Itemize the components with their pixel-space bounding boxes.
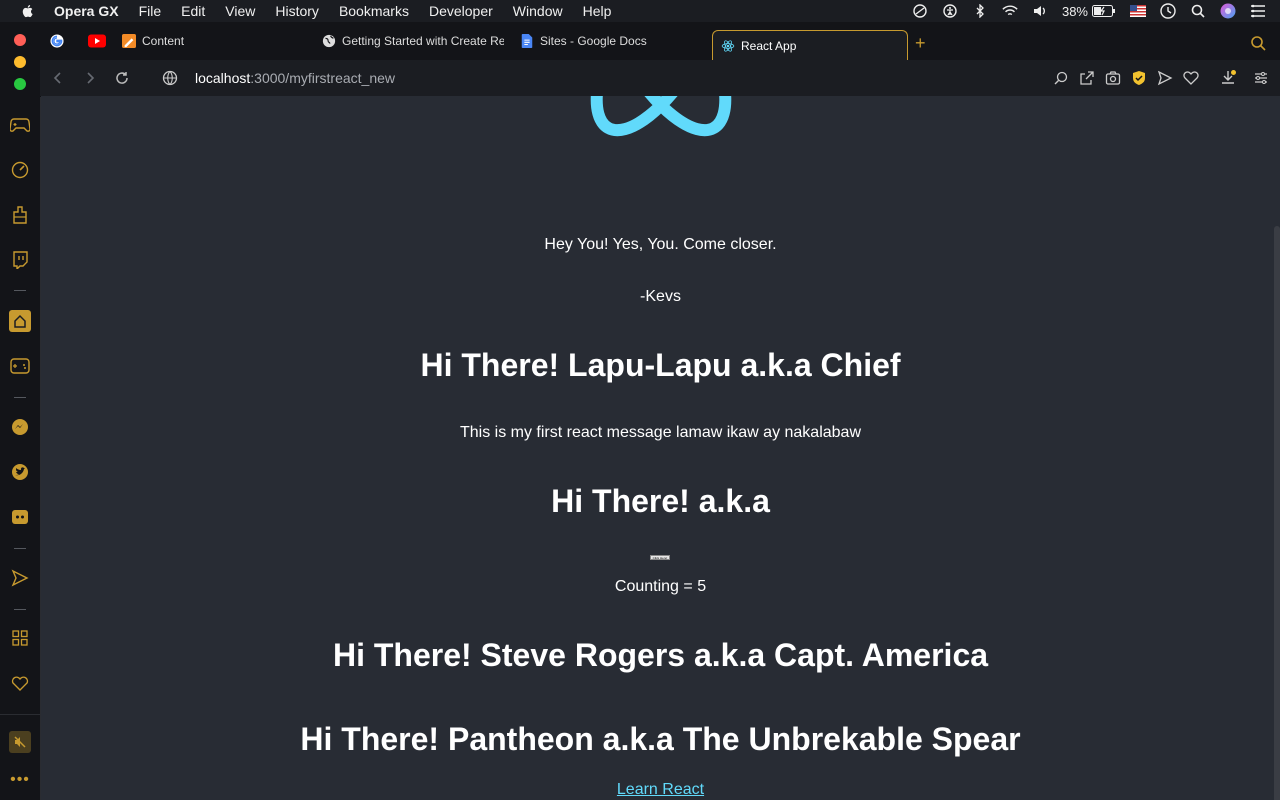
send-icon[interactable] — [10, 568, 30, 588]
google-icon — [50, 34, 64, 48]
twitch-icon[interactable] — [10, 250, 30, 270]
share-icon[interactable] — [1079, 70, 1095, 86]
bookmark-heart-icon[interactable] — [1183, 70, 1199, 86]
sidebar: ••• — [0, 22, 41, 800]
tab-strip: Content Getting Started with Create Re S… — [40, 22, 1280, 61]
home-icon[interactable] — [9, 310, 31, 332]
search-page-icon[interactable] — [1053, 70, 1069, 86]
messenger-icon[interactable] — [10, 417, 30, 437]
gx-cleaner-icon[interactable] — [10, 205, 30, 225]
tab-label: Getting Started with Create Re — [342, 34, 504, 48]
menu-edit[interactable]: Edit — [181, 3, 205, 19]
spotlight-search-icon[interactable] — [1190, 3, 1206, 19]
apple-icon[interactable] — [20, 3, 36, 19]
sound-off-icon[interactable] — [9, 731, 31, 753]
back-icon[interactable] — [50, 70, 66, 86]
page-content: Hey You! Yes, You. Come closer. -Kevs Hi… — [41, 96, 1280, 800]
gx-control-icon[interactable] — [10, 160, 30, 180]
menu-file[interactable]: File — [139, 3, 162, 19]
tab-google[interactable] — [50, 30, 70, 52]
easy-setup-icon[interactable] — [1253, 70, 1269, 86]
downloads-icon[interactable] — [1220, 70, 1236, 86]
heading-pantheon: Hi There! Pantheon a.k.a The Unbrekable … — [300, 721, 1021, 757]
menu-history[interactable]: History — [275, 3, 319, 19]
menu-bookmarks[interactable]: Bookmarks — [339, 3, 409, 19]
minimize-window-button[interactable] — [14, 56, 26, 68]
count-button[interactable]: Click Here! — [650, 555, 670, 560]
tab-label: React App — [741, 38, 797, 53]
wifi-icon[interactable] — [1002, 3, 1018, 19]
flag-icon[interactable] — [1130, 3, 1146, 19]
menu-window[interactable]: Window — [513, 3, 563, 19]
counter-text: Counting = 5 — [614, 578, 707, 595]
heading-lapu-lapu: Hi There! Lapu-Lapu a.k.a Chief — [420, 347, 901, 383]
clock-icon[interactable] — [1160, 3, 1176, 19]
greeting-line: Hey You! Yes, You. Come closer. — [544, 236, 777, 253]
menu-app-name[interactable]: Opera GX — [54, 3, 119, 19]
siri-icon[interactable] — [1220, 3, 1236, 19]
tab-getting-started[interactable]: Getting Started with Create Re — [322, 30, 504, 52]
tab-label: Sites - Google Docs — [540, 34, 647, 48]
forward-icon[interactable] — [82, 70, 98, 86]
tab-youtube[interactable] — [88, 30, 112, 52]
youtube-icon — [88, 34, 106, 48]
new-tab-button[interactable]: + — [915, 33, 926, 54]
tab-google-docs[interactable]: Sites - Google Docs — [520, 30, 647, 52]
reload-icon[interactable] — [114, 70, 130, 86]
url-host: localhost — [195, 70, 251, 86]
docs-icon — [521, 34, 533, 48]
menubar: Opera GX File Edit View History Bookmark… — [0, 0, 1280, 22]
ad-blocker-icon[interactable] — [1131, 70, 1147, 86]
focus-icon[interactable] — [912, 3, 928, 19]
learn-react-link[interactable]: Learn React — [41, 781, 1280, 799]
discord-icon[interactable] — [10, 507, 30, 527]
close-window-button[interactable] — [14, 34, 26, 46]
react-icon — [721, 39, 735, 52]
accessibility-icon[interactable] — [942, 3, 958, 19]
site-info-icon[interactable] — [162, 70, 178, 86]
scrollbar[interactable] — [1274, 226, 1280, 800]
content-icon — [122, 34, 136, 48]
url-field[interactable]: localhost:3000/myfirstreact_new — [195, 70, 395, 86]
workspaces-icon[interactable] — [10, 628, 30, 648]
control-center-icon[interactable] — [1250, 3, 1266, 19]
heading-aka: Hi There! a.k.a — [551, 483, 770, 519]
gamepad-icon[interactable] — [10, 115, 30, 135]
maximize-window-button[interactable] — [14, 78, 26, 90]
url-path: :3000/myfirstreact_new — [250, 70, 395, 86]
battery-percent: 38% — [1061, 3, 1088, 19]
bluetooth-icon[interactable] — [972, 3, 988, 19]
more-icon[interactable]: ••• — [10, 770, 30, 790]
tab-content[interactable]: Content — [122, 30, 184, 52]
react-logo — [590, 96, 732, 137]
tab-label: Content — [142, 34, 185, 48]
heart-icon[interactable] — [10, 673, 30, 693]
react-message: This is my first react message lamaw ika… — [459, 424, 862, 441]
flow-icon[interactable] — [1157, 70, 1173, 86]
gx-corner-icon[interactable] — [10, 356, 30, 376]
menu-developer[interactable]: Developer — [429, 3, 493, 19]
globe-icon — [322, 34, 336, 48]
snapshot-icon[interactable] — [1105, 70, 1121, 86]
tab-search-icon[interactable] — [1250, 35, 1266, 51]
signature-line: -Kevs — [640, 288, 681, 305]
address-bar: localhost:3000/myfirstreact_new — [40, 60, 1280, 97]
twitter-icon[interactable] — [10, 462, 30, 482]
volume-icon[interactable] — [1032, 3, 1048, 19]
menu-help[interactable]: Help — [583, 3, 612, 19]
heading-steve-rogers: Hi There! Steve Rogers a.k.a Capt. Ameri… — [332, 637, 989, 673]
battery-icon[interactable] — [1092, 3, 1116, 19]
menu-view[interactable]: View — [225, 3, 255, 19]
tab-react-app[interactable]: React App — [712, 30, 908, 60]
